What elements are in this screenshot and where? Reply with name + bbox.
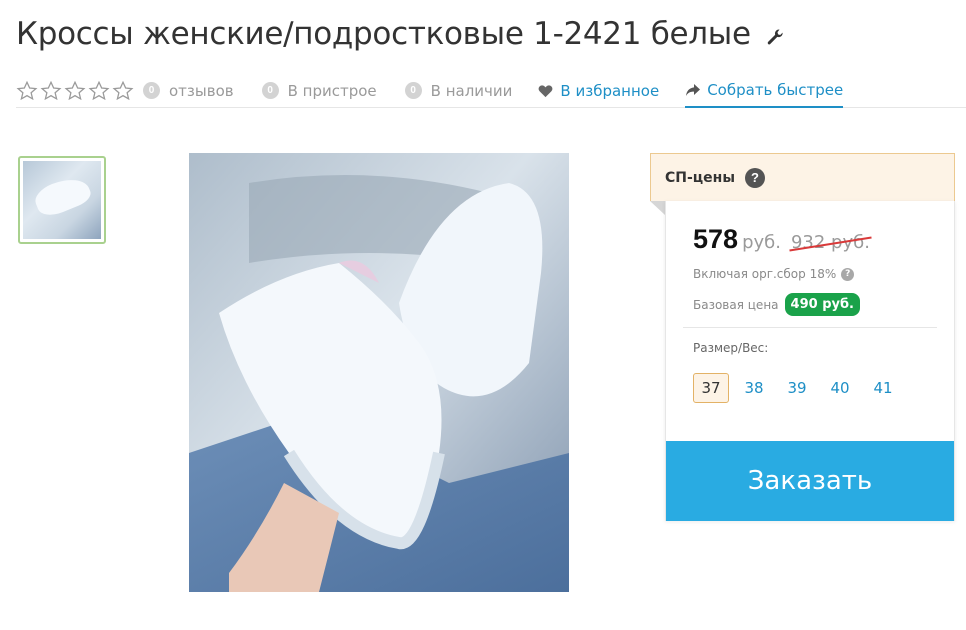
star-icon[interactable] [64,80,86,102]
product-meta-bar: 0 отзывов 0 В пристрое 0 В наличии В изб… [16,74,966,108]
reviews-label: отзывов [169,81,234,100]
fee-line: Включая орг.сбор 18% ? [693,267,855,281]
order-button[interactable]: Заказать [666,441,954,521]
base-price-label: Базовая цена [693,297,779,312]
price-row: 578 руб. 932 руб. [693,224,870,255]
fast-collect-label: Собрать быстрее [707,81,844,99]
help-icon[interactable]: ? [745,167,766,188]
favorite-link[interactable]: В избранное [538,82,659,100]
star-icon[interactable] [16,80,38,102]
product-thumbnail[interactable] [18,156,106,244]
sp-prices-title: СП-цены [665,169,736,186]
stock-label: В наличии [430,81,513,100]
size-option[interactable]: 38 [736,373,772,403]
size-option[interactable]: 37 [693,373,729,403]
heart-icon [539,84,553,97]
share-arrow-icon [686,84,701,96]
thumbnail-image [23,161,101,239]
base-price-badge: 490 руб. [784,293,860,316]
divider [683,327,937,328]
rating-stars[interactable] [16,80,134,102]
wrench-icon[interactable] [765,27,785,47]
size-selector: 37 38 39 40 41 [693,373,908,403]
sneaker-photo [189,153,569,592]
fee-label: Включая орг.сбор 18% [693,267,837,281]
base-price-line: Базовая цена 490 руб. [693,293,860,316]
title-row: Кроссы женские/подростковые 1-2421 белые [16,16,785,52]
attach-count-badge: 0 [261,82,279,99]
stock-counter[interactable]: 0 В наличии [404,81,513,100]
favorite-label: В избранное [560,81,660,100]
size-option[interactable]: 41 [865,373,901,403]
fee-help-icon[interactable]: ? [841,267,855,281]
star-icon[interactable] [40,80,62,102]
reviews-count-badge: 0 [143,82,160,99]
star-icon[interactable] [112,80,134,102]
star-icon[interactable] [88,80,110,102]
price-card: 578 руб. 932 руб. Включая орг.сбор 18% ?… [665,201,955,521]
size-option[interactable]: 40 [822,373,858,403]
current-price: 578 [693,224,739,254]
attach-label: В пристрое [287,81,377,100]
product-title: Кроссы женские/подростковые 1-2421 белые [16,16,751,52]
product-main-image[interactable] [189,153,569,592]
size-option[interactable]: 39 [779,373,815,403]
stock-count-badge: 0 [404,82,422,99]
size-label: Размер/Вес: [693,341,769,355]
attach-counter[interactable]: 0 В пристрое [261,81,377,100]
reviews-link[interactable]: 0 отзывов [143,82,234,100]
old-price: 932 руб. [790,232,870,253]
price-currency: руб. [742,232,781,253]
ribbon-fold [650,201,665,215]
fast-collect-link[interactable]: Собрать быстрее [685,74,844,108]
sp-prices-header: СП-цены ? [650,153,955,201]
